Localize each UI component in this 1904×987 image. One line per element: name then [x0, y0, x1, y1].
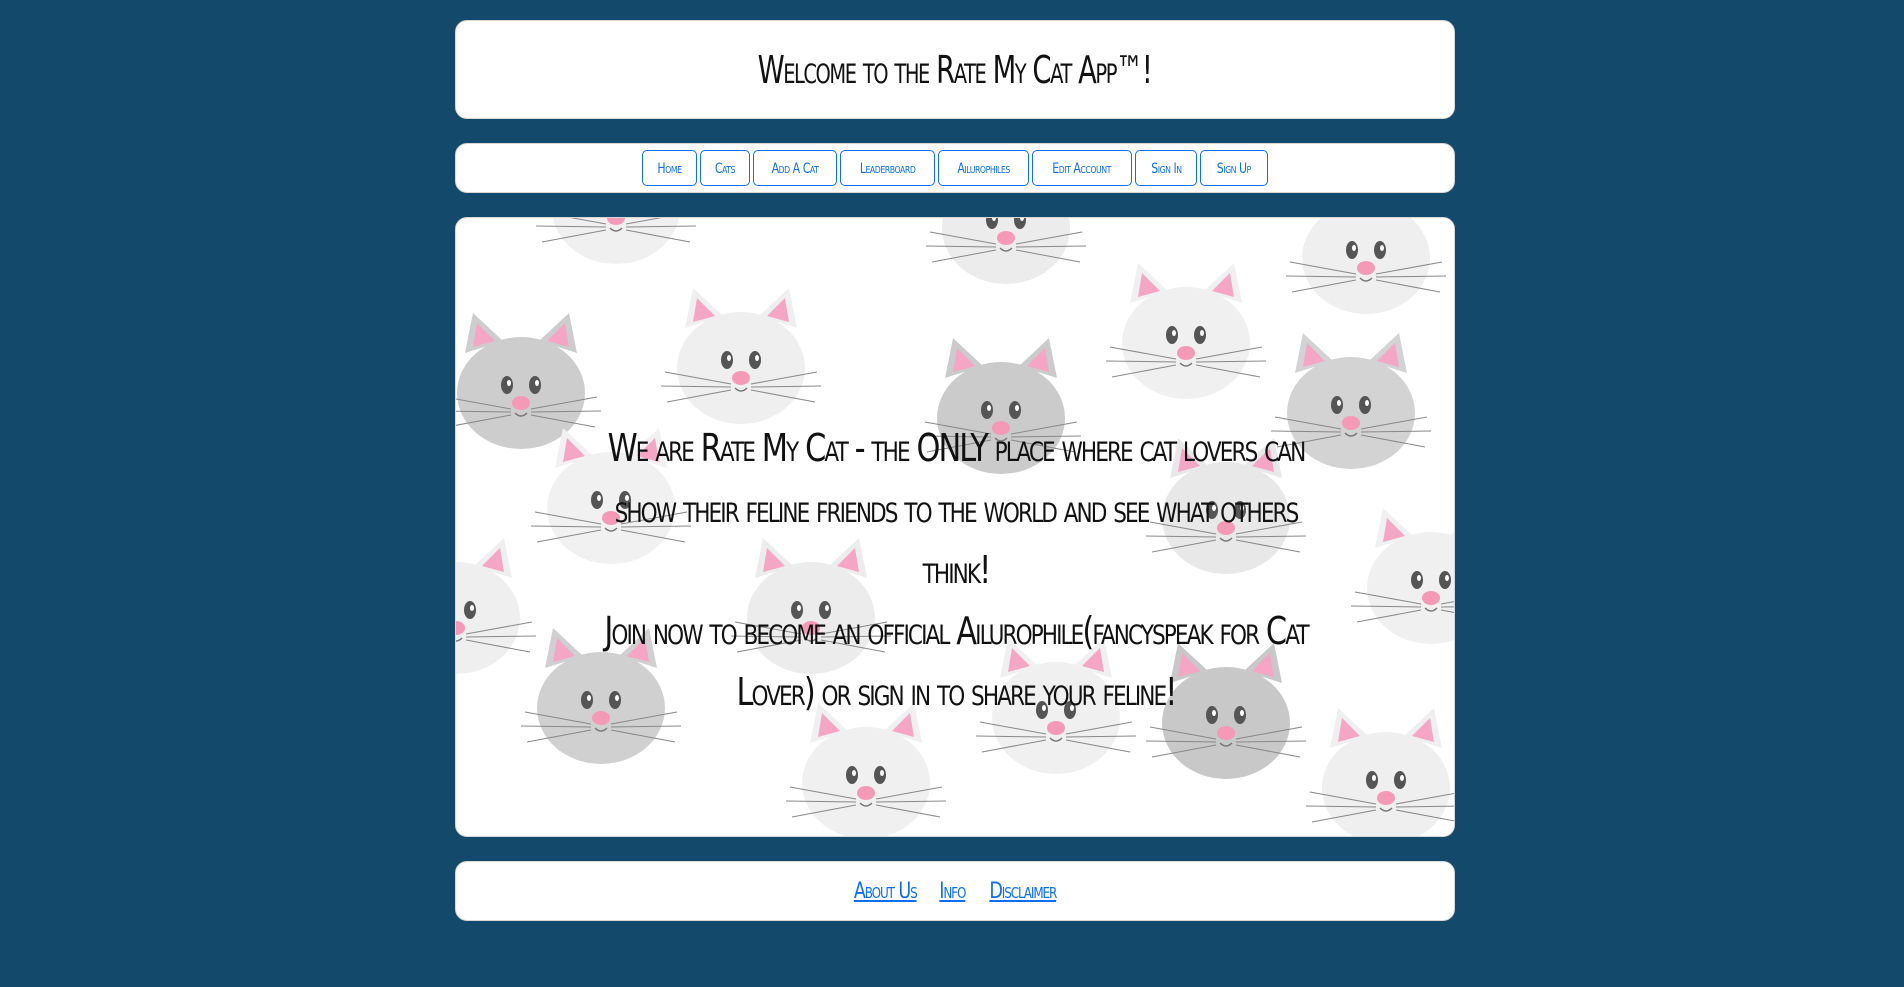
nav-sign-in-button[interactable]: Sign In: [1134, 150, 1198, 186]
nav-ailurophiles-label: Ailurophiles: [957, 161, 1010, 177]
nav-home-button[interactable]: Home: [641, 150, 697, 186]
nav-bar: Home Cats Add A Cat Leaderboard Ailuroph…: [455, 143, 1455, 193]
hero-line-intro: We are Rate My Cat - the ONLY place wher…: [607, 426, 1307, 592]
footer-bar: About Us Info Disclaimer: [455, 861, 1455, 921]
footer-info-link[interactable]: Info: [939, 879, 966, 904]
header-card: Welcome to the Rate My Cat App™!: [455, 20, 1455, 119]
nav-home-label: Home: [657, 161, 682, 177]
nav-leaderboard-button[interactable]: Leaderboard: [839, 150, 936, 186]
nav-cats-label: Cats: [714, 161, 736, 177]
nav-sign-in-label: Sign In: [1150, 161, 1182, 177]
nav-sign-up-label: Sign Up: [1217, 161, 1252, 177]
nav-cats-button[interactable]: Cats: [699, 150, 750, 186]
footer-about-us-link[interactable]: About Us: [854, 879, 918, 904]
nav-leaderboard-label: Leaderboard: [859, 161, 916, 177]
page-container: Welcome to the Rate My Cat App™! Home Ca…: [455, 20, 1455, 921]
nav-add-cat-button[interactable]: Add A Cat: [752, 150, 837, 186]
hero-message: We are Rate My Cat - the ONLY place wher…: [506, 418, 1406, 723]
nav-add-cat-label: Add A Cat: [771, 161, 819, 177]
nav-ailurophiles-button[interactable]: Ailurophiles: [938, 150, 1030, 186]
page-title: Welcome to the Rate My Cat App™!: [758, 47, 1153, 92]
hero-line-join: Join now to become an official Ailurophi…: [604, 609, 1309, 714]
nav-sign-up-button[interactable]: Sign Up: [1200, 150, 1269, 186]
nav-edit-account-label: Edit Account: [1052, 161, 1112, 177]
footer-disclaimer-link[interactable]: Disclaimer: [989, 879, 1057, 904]
nav-edit-account-button[interactable]: Edit Account: [1032, 150, 1132, 186]
hero-banner: We are Rate My Cat - the ONLY place wher…: [455, 217, 1455, 837]
